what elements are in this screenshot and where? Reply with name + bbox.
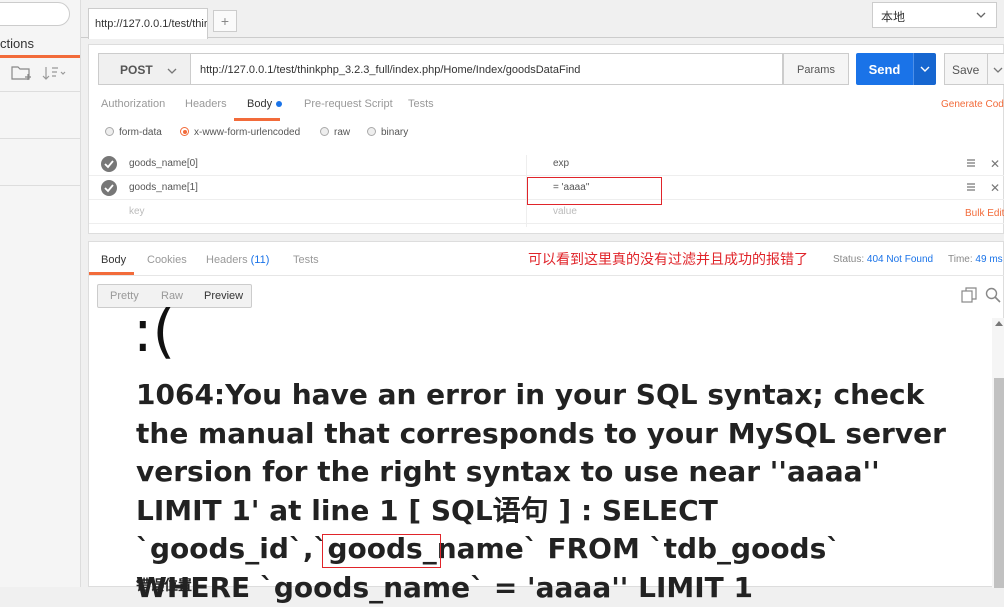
generate-code-link[interactable]: Generate Code (941, 99, 1004, 110)
radio-label: binary (381, 127, 409, 138)
response-panel: Body Cookies Headers (11) Tests Status: … (88, 241, 1004, 604)
response-tab-body[interactable]: Body (101, 254, 126, 266)
param-value-placeholder[interactable]: value (553, 206, 577, 217)
time-indicator: Time: 49 ms (948, 254, 1003, 265)
sort-icon[interactable] (42, 64, 68, 82)
sidebar-divider (0, 138, 80, 139)
response-tab-cookies[interactable]: Cookies (147, 254, 187, 266)
send-button[interactable]: Send (856, 53, 913, 85)
param-value[interactable]: exp (553, 158, 569, 169)
radio-indicator (105, 127, 114, 136)
tab-body-label: Body (247, 98, 273, 110)
request-builder: POST http://127.0.0.1/test/thinkphp_3.2.… (88, 44, 1004, 234)
new-folder-icon[interactable] (11, 64, 33, 82)
chevron-down-icon (920, 66, 930, 72)
chevron-down-icon (167, 68, 177, 74)
send-dropdown-button[interactable] (913, 53, 936, 85)
save-dropdown-button[interactable] (988, 53, 1004, 85)
radio-indicator-selected (180, 127, 189, 136)
sidebar-divider (0, 91, 80, 92)
close-icon[interactable]: ✕ (990, 157, 1000, 171)
sidebar: ctions (0, 0, 81, 587)
radio-indicator (367, 127, 376, 136)
response-tab-tests[interactable]: Tests (293, 254, 319, 266)
scrollbar[interactable] (992, 318, 1004, 588)
param-key[interactable]: goods_name[1] (129, 182, 198, 193)
headers-count: (11) (250, 254, 270, 266)
request-tab[interactable]: http://127.0.0.1/test/thir (88, 8, 208, 39)
environment-select[interactable]: 本地 (872, 2, 997, 28)
scroll-up-arrow[interactable] (995, 321, 1003, 326)
chevron-down-icon (976, 12, 986, 18)
error-location-heading: 错误位置 (136, 577, 192, 593)
param-enabled-checkbox[interactable] (101, 156, 117, 172)
status-value: 404 Not Found (866, 254, 934, 265)
save-button[interactable]: Save (944, 53, 988, 85)
collections-tab[interactable]: ctions (0, 36, 34, 51)
menu-icon[interactable] (966, 158, 976, 168)
annotation-text: 可以看到这里真的没有过滤并且成功的报错了 (528, 251, 808, 267)
add-tab-button[interactable]: + (213, 10, 237, 32)
radio-raw[interactable]: raw (320, 127, 350, 138)
method-select[interactable]: POST (98, 53, 191, 85)
view-preview-button[interactable]: Preview (204, 290, 243, 302)
radio-binary[interactable]: binary (367, 127, 408, 138)
menu-icon[interactable] (966, 182, 976, 192)
params-button[interactable]: Params (783, 53, 849, 85)
tab-pre-request-script[interactable]: Pre-request Script (304, 98, 393, 110)
radio-indicator (320, 127, 329, 136)
error-face: :( (133, 297, 176, 365)
param-row: goods_name[0] exp ✕ (89, 152, 1004, 176)
status-indicator: Status: 404 Not Found (833, 254, 933, 265)
bulk-edit-link[interactable]: Bulk Edit (965, 208, 1004, 219)
response-tab-headers[interactable]: Headers (11) (206, 254, 269, 266)
radio-label: raw (334, 127, 351, 138)
collections-tab-underline (0, 55, 80, 58)
error-message: 1064:You have an error in your SQL synta… (136, 378, 946, 604)
chevron-down-icon (993, 67, 1003, 73)
check-icon (104, 160, 114, 169)
radio-urlencoded[interactable]: x-www-form-urlencoded (180, 127, 300, 138)
tab-body[interactable]: Body (247, 98, 283, 110)
time-value: 49 ms (975, 254, 1003, 265)
param-key-placeholder[interactable]: key (129, 206, 145, 217)
method-label: POST (120, 63, 153, 77)
param-key[interactable]: goods_name[0] (129, 158, 198, 169)
divider (89, 275, 1004, 276)
environment-label: 本地 (881, 10, 906, 24)
radio-label: x-www-form-urlencoded (194, 127, 301, 138)
response-tab-headers-label: Headers (206, 254, 248, 266)
status-label: Status: (833, 254, 865, 265)
active-tab-underline (234, 118, 280, 121)
radio-label: form-data (119, 127, 162, 138)
time-label: Time: (948, 254, 973, 265)
tab-bar: http://127.0.0.1/test/thir + 本地 (81, 0, 1004, 39)
tab-authorization[interactable]: Authorization (101, 98, 165, 110)
url-input[interactable]: http://127.0.0.1/test/thinkphp_3.2.3_ful… (190, 53, 783, 85)
highlight-box (527, 177, 662, 205)
sidebar-search-input[interactable] (0, 2, 70, 26)
close-icon[interactable]: ✕ (990, 181, 1000, 195)
scrollbar-thumb[interactable] (994, 378, 1004, 588)
radio-form-data[interactable]: form-data (105, 127, 162, 138)
body-modified-dot (276, 101, 283, 108)
tab-headers[interactable]: Headers (185, 98, 227, 110)
search-icon[interactable] (985, 287, 1001, 303)
check-icon (104, 184, 114, 193)
highlight-box (322, 534, 441, 568)
tab-tests[interactable]: Tests (408, 98, 434, 110)
param-enabled-checkbox[interactable] (101, 180, 117, 196)
copy-icon[interactable] (961, 287, 977, 303)
sidebar-divider (0, 185, 80, 186)
